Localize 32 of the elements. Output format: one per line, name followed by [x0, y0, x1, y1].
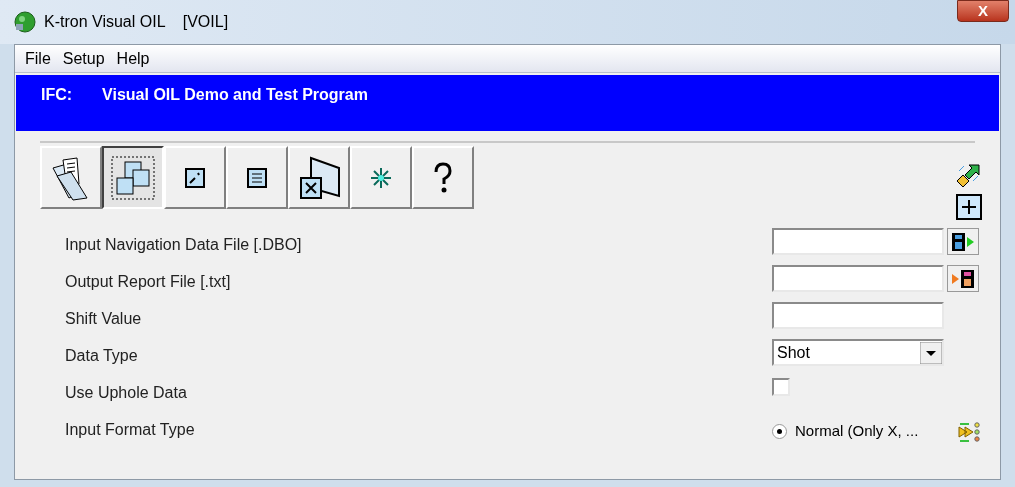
cubes-icon	[109, 153, 157, 202]
load-file-button[interactable]	[947, 228, 979, 255]
text-field[interactable]	[772, 265, 944, 292]
field-label: Output Report File [.txt]	[65, 272, 232, 292]
field-label: Shift Value	[65, 309, 143, 329]
menu-item[interactable]: Help	[112, 46, 154, 71]
field-label: Input Format Type	[65, 420, 196, 440]
app-globe-icon	[14, 11, 36, 33]
field-label: Input Navigation Data File [.DBO]	[65, 235, 303, 255]
disk-arrow-icon	[951, 231, 975, 252]
banner-title: Visual OIL Demo and Test Program	[102, 85, 368, 105]
text-field[interactable]	[772, 228, 944, 255]
menu-item[interactable]: File	[21, 46, 55, 71]
save-file-button[interactable]	[947, 265, 979, 292]
close-button[interactable]: X	[957, 0, 1009, 22]
menu-item[interactable]: Setup	[58, 46, 109, 71]
field-label: Use Uphole Data	[65, 383, 188, 403]
data-type-dropdown[interactable]: Shot	[772, 339, 944, 366]
text-field[interactable]	[772, 302, 944, 329]
window-title: K-tron Visual OIL [VOIL]	[44, 12, 229, 32]
arrow-diamond-icon	[955, 161, 981, 187]
banner-label: IFC:	[41, 85, 73, 105]
toolbar-button[interactable]	[102, 146, 164, 209]
checkbox[interactable]	[772, 378, 790, 396]
radio-button[interactable]	[772, 424, 787, 439]
field-label: Data Type	[65, 346, 139, 366]
radio-label: Normal (Only X, ...	[795, 421, 919, 442]
play-dots-icon	[957, 419, 981, 444]
dropdown-caret-icon	[920, 341, 942, 364]
add-button[interactable]	[956, 194, 982, 220]
plus-icon	[961, 199, 977, 215]
arrow-disk-icon	[951, 268, 975, 289]
